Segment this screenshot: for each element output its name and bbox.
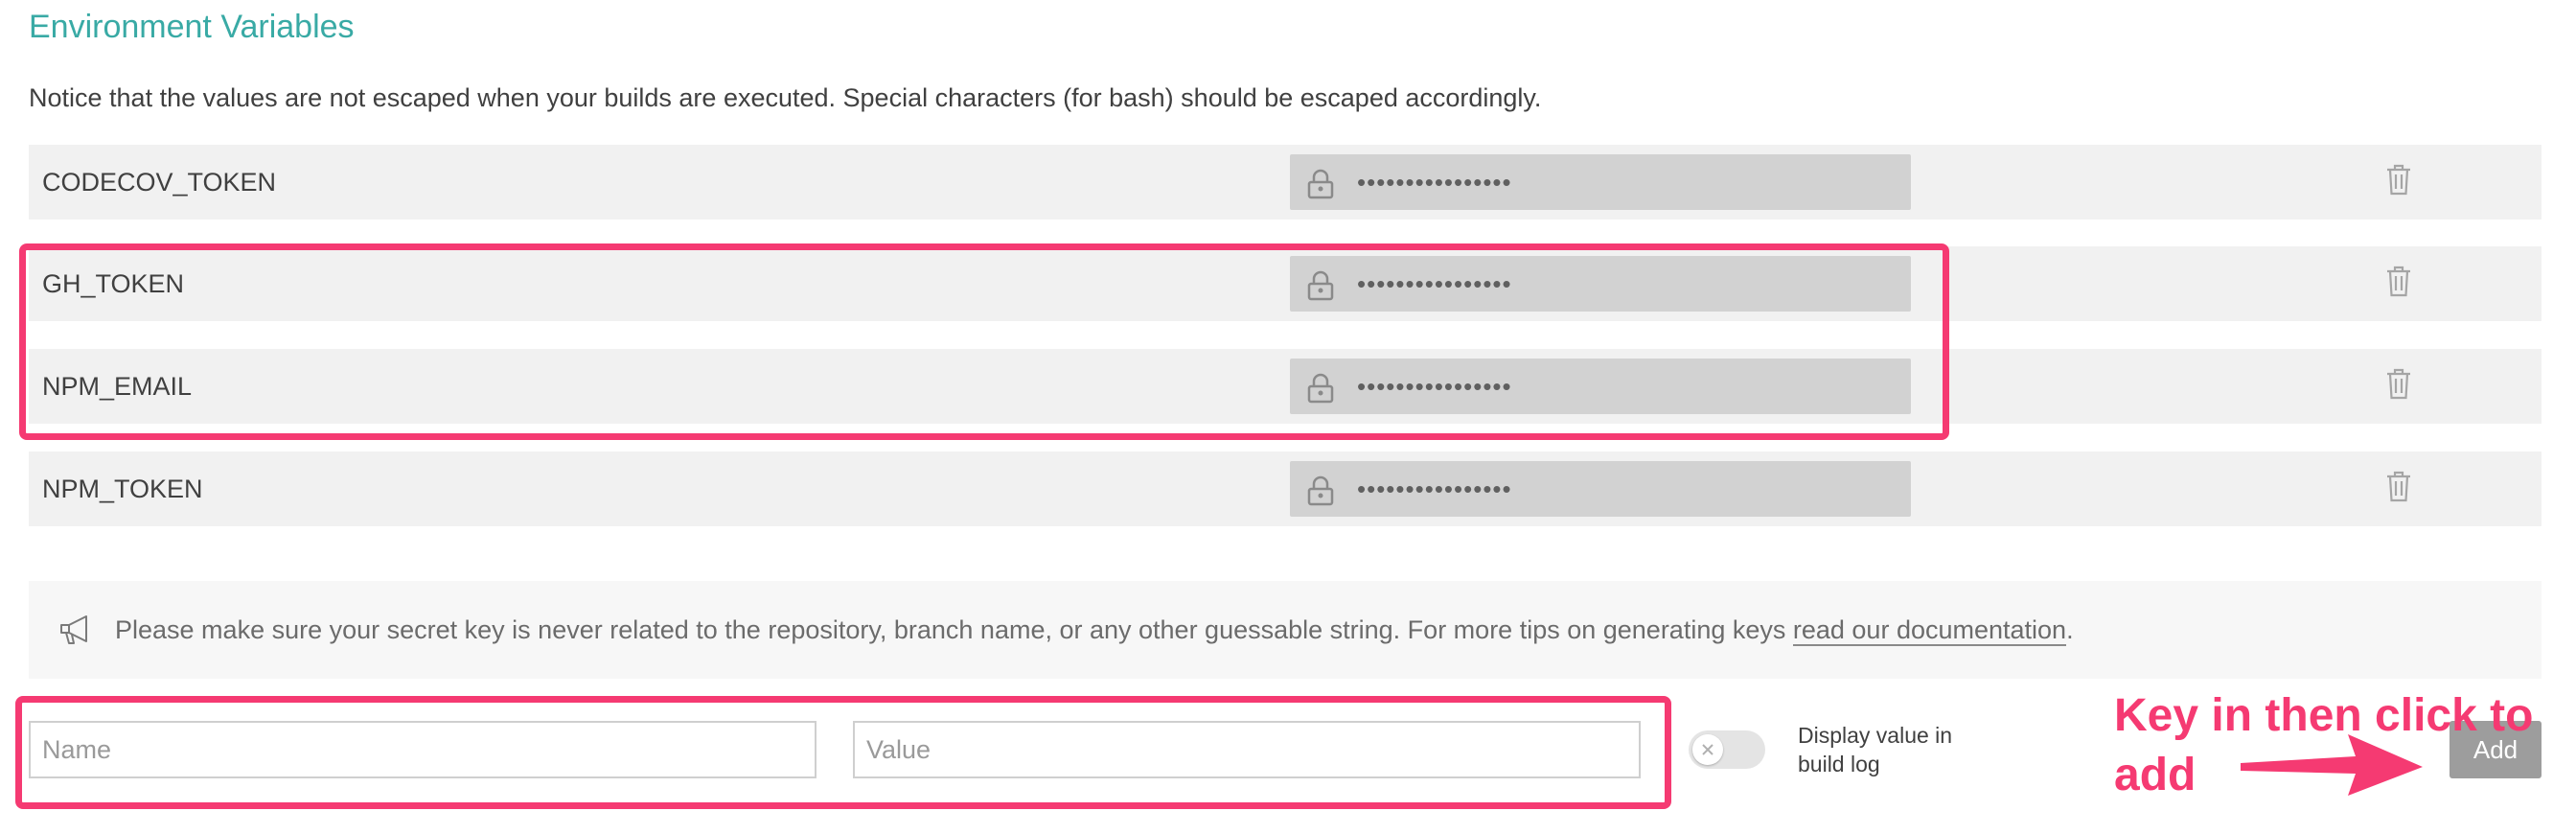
lock-icon bbox=[1307, 270, 1334, 301]
section-title: Environment Variables bbox=[29, 9, 355, 45]
trash-icon[interactable] bbox=[2384, 469, 2413, 503]
env-var-name: GH_TOKEN bbox=[42, 269, 185, 298]
env-var-name: NPM_EMAIL bbox=[42, 372, 193, 401]
toggle-knob bbox=[1692, 734, 1723, 765]
display-value-toggle[interactable] bbox=[1689, 730, 1765, 769]
documentation-link[interactable]: read our documentation bbox=[1792, 615, 2067, 646]
megaphone-icon bbox=[60, 615, 87, 644]
lock-icon bbox=[1307, 475, 1334, 506]
arrow-icon bbox=[2241, 734, 2423, 796]
env-var-value: •••••••••••••••• bbox=[1290, 461, 1911, 517]
masked-value: •••••••••••••••• bbox=[1357, 475, 1512, 503]
env-var-row: CODECOV_TOKEN •••••••••••••••• bbox=[29, 145, 2542, 220]
lock-icon bbox=[1307, 169, 1334, 199]
masked-value: •••••••••••••••• bbox=[1357, 269, 1512, 298]
env-var-name: CODECOV_TOKEN bbox=[42, 168, 277, 197]
env-var-row: GH_TOKEN •••••••••••••••• bbox=[29, 246, 2542, 321]
lock-icon bbox=[1307, 373, 1334, 404]
escape-notice: Notice that the values are not escaped w… bbox=[29, 83, 1542, 112]
trash-icon[interactable] bbox=[2384, 366, 2413, 401]
security-tip: Please make sure your secret key is neve… bbox=[29, 581, 2542, 679]
tip-message: Please make sure your secret key is neve… bbox=[115, 615, 1793, 644]
env-var-value: •••••••••••••••• bbox=[1290, 154, 1911, 210]
value-input[interactable] bbox=[853, 721, 1641, 778]
trash-icon[interactable] bbox=[2384, 264, 2413, 298]
x-icon bbox=[1702, 744, 1714, 755]
tip-suffix: . bbox=[2066, 615, 2074, 644]
masked-value: •••••••••••••••• bbox=[1357, 168, 1512, 197]
env-var-value: •••••••••••••••• bbox=[1290, 256, 1911, 312]
env-var-row: NPM_TOKEN •••••••••••••••• bbox=[29, 452, 2542, 526]
trash-icon[interactable] bbox=[2384, 162, 2413, 197]
tip-text: Please make sure your secret key is neve… bbox=[115, 581, 2074, 679]
env-var-name: NPM_TOKEN bbox=[42, 475, 203, 503]
env-var-row: NPM_EMAIL •••••••••••••••• bbox=[29, 349, 2542, 424]
env-var-value: •••••••••••••••• bbox=[1290, 359, 1911, 414]
name-input[interactable] bbox=[29, 721, 816, 778]
masked-value: •••••••••••••••• bbox=[1357, 372, 1512, 401]
toggle-label: Display value in build log bbox=[1798, 723, 1953, 776]
